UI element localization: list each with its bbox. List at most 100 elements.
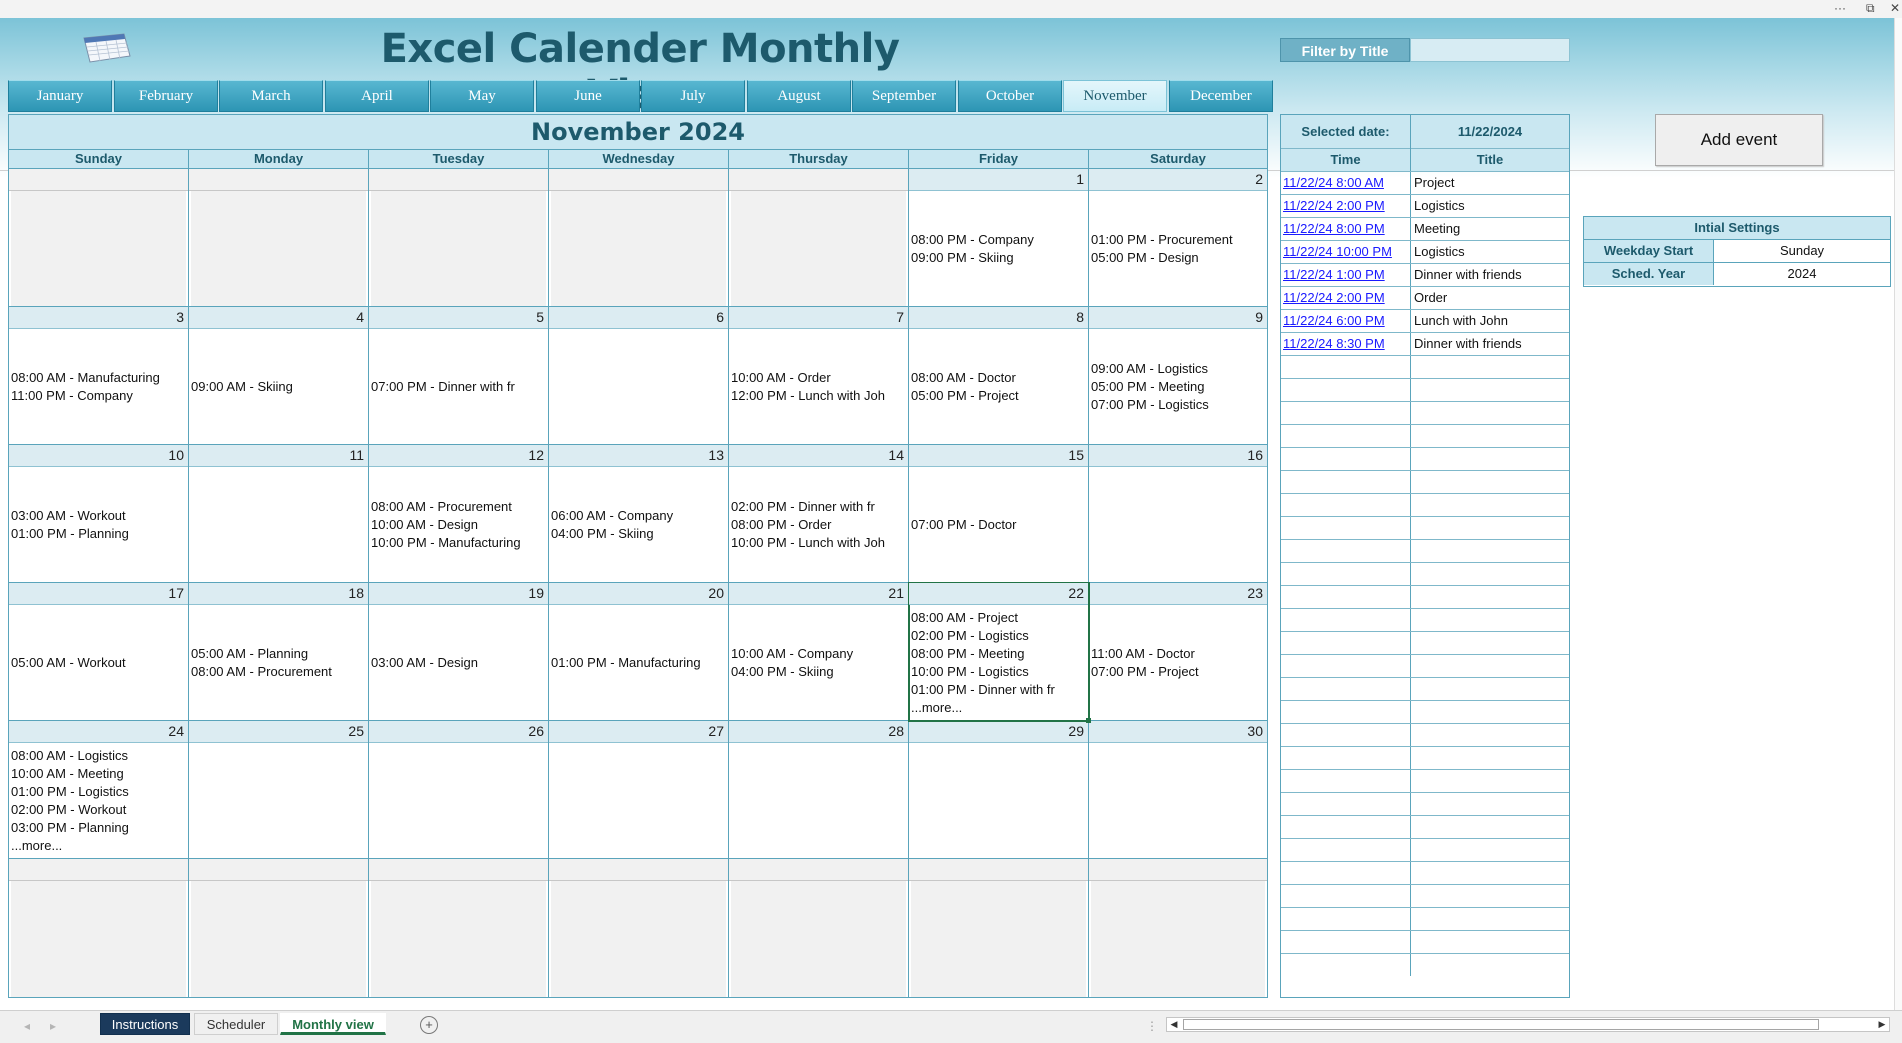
month-tab-january[interactable]: January [8,80,112,112]
event-time-cell[interactable] [1281,678,1411,700]
day-cell[interactable] [549,859,729,997]
event-title-cell[interactable] [1411,448,1569,470]
event-time-link[interactable]: 11/22/24 8:30 PM [1283,336,1385,351]
event-time-cell[interactable] [1281,701,1411,723]
prev-sheet-icon[interactable]: ◂ [24,1019,30,1033]
horizontal-scrollbar[interactable]: ◀ ▶ [1166,1017,1890,1032]
sheet-tab-instructions[interactable]: Instructions [100,1013,190,1035]
add-sheet-icon[interactable]: + [420,1016,438,1034]
event-item[interactable]: 02:00 PM - Logistics [911,627,1086,645]
day-cell[interactable] [9,169,189,307]
event-title-cell[interactable]: Logistics [1411,195,1569,217]
event-title-cell[interactable] [1411,632,1569,654]
month-tab-may[interactable]: May [430,80,534,112]
event-title-cell[interactable] [1411,954,1569,976]
event-time-link[interactable]: 11/22/24 6:00 PM [1283,313,1385,328]
event-time-cell[interactable] [1281,425,1411,447]
day-cell[interactable]: 22 08:00 AM - Project 02:00 PM - Logistics… [908,582,1091,723]
event-title-cell[interactable] [1411,494,1569,516]
event-item[interactable]: 01:00 PM - Manufacturing [551,654,726,672]
event-title-cell[interactable] [1411,540,1569,562]
day-cell[interactable] [729,169,909,307]
event-item[interactable]: 10:00 AM - Company [731,645,906,663]
event-item[interactable]: 07:00 PM - Dinner with fr [371,378,546,396]
event-time-cell[interactable] [1281,540,1411,562]
event-title-cell[interactable] [1411,563,1569,585]
event-item[interactable]: 05:00 AM - Workout [11,654,186,672]
event-item[interactable]: 04:00 PM - Skiing [551,525,726,543]
day-cell[interactable] [189,859,369,997]
event-title-cell[interactable] [1411,724,1569,746]
day-cell[interactable]: 16 [1089,445,1267,583]
splitter-handle-icon[interactable]: ⋮ [1146,1019,1158,1033]
event-title-cell[interactable]: Lunch with John [1411,310,1569,332]
sheet-tab-monthly-view[interactable]: Monthly view [280,1013,386,1035]
month-tab-february[interactable]: February [114,80,218,112]
close-icon[interactable]: ✕ [1890,1,1900,15]
event-item[interactable]: 08:00 PM - Meeting [911,645,1086,663]
event-item[interactable]: 07:00 PM - Doctor [911,516,1086,534]
event-time-link[interactable]: 11/22/24 8:00 PM [1283,221,1385,236]
event-item[interactable]: 05:00 PM - Project [911,387,1086,405]
event-title-cell[interactable] [1411,425,1569,447]
event-item[interactable]: 07:00 PM - Project [1091,663,1265,681]
event-time-cell[interactable] [1281,655,1411,677]
event-item[interactable]: 01:00 PM - Procurement [1091,231,1265,249]
event-time-cell[interactable] [1281,609,1411,631]
event-item[interactable]: 10:00 PM - Lunch with Joh [731,534,906,552]
event-time-cell[interactable]: 11/22/24 1:00 PM [1281,264,1411,286]
day-cell[interactable] [729,859,909,997]
event-time-cell[interactable] [1281,954,1411,976]
more-events-link[interactable]: ...more... [911,699,1086,717]
day-cell[interactable] [1089,859,1267,997]
event-title-cell[interactable] [1411,586,1569,608]
day-cell[interactable]: 13 06:00 AM - Company 04:00 PM - Skiing [549,445,729,583]
event-item[interactable]: 03:00 PM - Planning [11,819,186,837]
event-item[interactable]: 08:00 PM - Company [911,231,1086,249]
event-time-cell[interactable] [1281,632,1411,654]
event-time-cell[interactable] [1281,885,1411,907]
next-sheet-icon[interactable]: ▸ [50,1019,56,1033]
day-cell[interactable]: 12 08:00 AM - Procurement 10:00 AM - Desig… [369,445,549,583]
event-title-cell[interactable] [1411,908,1569,930]
day-cell[interactable]: 26 [369,721,549,859]
day-cell[interactable]: 19 03:00 AM - Design [369,583,549,721]
event-time-cell[interactable] [1281,770,1411,792]
event-time-cell[interactable] [1281,816,1411,838]
event-time-link[interactable]: 11/22/24 8:00 AM [1283,175,1384,190]
scroll-thumb[interactable] [1183,1019,1819,1030]
day-cell[interactable]: 15 07:00 PM - Doctor [909,445,1089,583]
day-cell[interactable]: 10 03:00 AM - Workout 01:00 PM - Planning [9,445,189,583]
event-time-cell[interactable] [1281,793,1411,815]
month-tab-july[interactable]: July [641,80,745,112]
event-time-cell[interactable] [1281,517,1411,539]
day-cell[interactable]: 6 [549,307,729,445]
day-cell[interactable]: 20 01:00 PM - Manufacturing [549,583,729,721]
event-time-cell[interactable] [1281,862,1411,884]
event-item[interactable]: 09:00 PM - Skiing [911,249,1086,267]
sheet-tab-scheduler[interactable]: Scheduler [194,1013,278,1035]
day-cell[interactable]: 5 07:00 PM - Dinner with fr [369,307,549,445]
event-title-cell[interactable] [1411,678,1569,700]
day-cell[interactable]: 18 05:00 AM - Planning 08:00 AM - Procurem… [189,583,369,721]
day-cell[interactable] [909,859,1089,997]
event-title-cell[interactable] [1411,839,1569,861]
event-item[interactable]: 08:00 PM - Order [731,516,906,534]
event-title-cell[interactable] [1411,862,1569,884]
event-item[interactable]: 12:00 PM - Lunch with Joh [731,387,906,405]
filter-input[interactable] [1410,38,1570,62]
event-time-cell[interactable] [1281,563,1411,585]
event-title-cell[interactable]: Meeting [1411,218,1569,240]
event-time-link[interactable]: 11/22/24 2:00 PM [1283,198,1385,213]
event-item[interactable]: 09:00 AM - Skiing [191,378,366,396]
event-title-cell[interactable] [1411,747,1569,769]
more-icon[interactable]: ··· [1834,1,1846,15]
event-title-cell[interactable]: Project [1411,172,1569,194]
event-time-cell[interactable] [1281,448,1411,470]
event-time-cell[interactable]: 11/22/24 6:00 PM [1281,310,1411,332]
month-tab-june[interactable]: June [536,80,640,112]
event-item[interactable]: 08:00 AM - Manufacturing [11,369,186,387]
event-item[interactable]: 03:00 AM - Workout [11,507,186,525]
scroll-right-icon[interactable]: ▶ [1875,1018,1889,1031]
event-item[interactable]: 11:00 AM - Doctor [1091,645,1265,663]
